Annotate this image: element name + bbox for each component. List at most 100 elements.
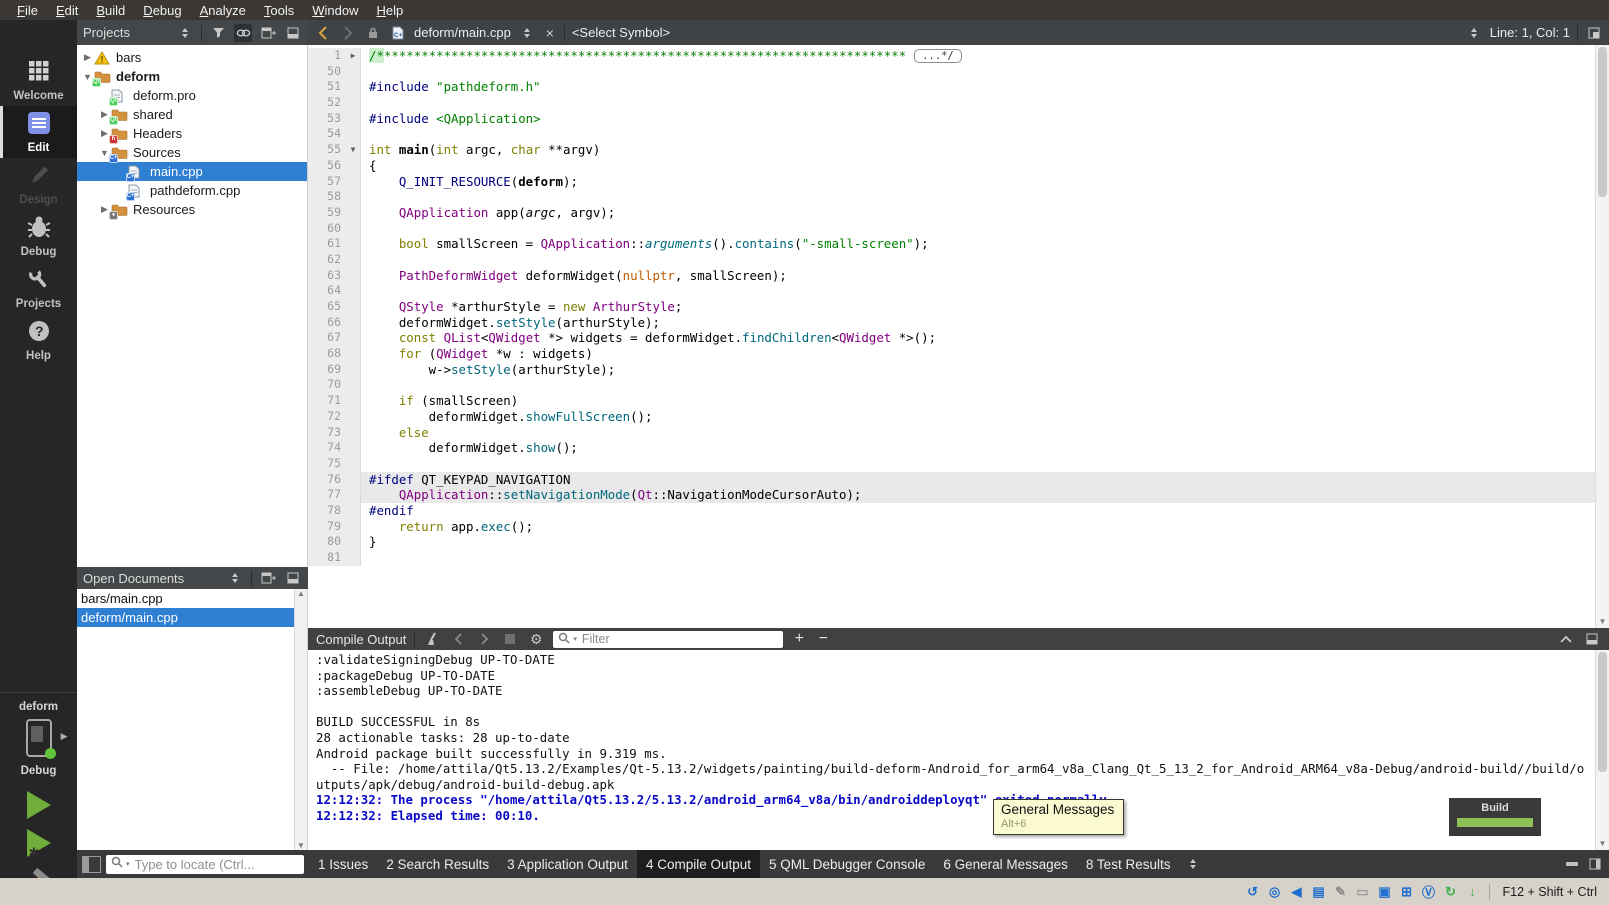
tree-item-deform-pro[interactable]: Qtdeform.pro	[77, 86, 307, 105]
tree-item-main-cpp[interactable]: C+main.cpp	[77, 162, 307, 181]
sync-with-editor-icon[interactable]	[234, 24, 252, 42]
editor-scrollbar[interactable]: ▼	[1595, 45, 1609, 628]
menu-item-file[interactable]: File	[8, 3, 47, 18]
maximize-output-pane-icon[interactable]	[1557, 630, 1575, 648]
run-button[interactable]	[27, 791, 51, 819]
file-dropdown-arrows-icon[interactable]	[518, 24, 536, 42]
output-pane-button-8-test-results[interactable]: 8 Test Results	[1077, 850, 1180, 878]
code-editor[interactable]: 1▶/*************************************…	[308, 45, 1595, 628]
zoom-in-icon[interactable]: +	[791, 630, 807, 648]
menu-item-window[interactable]: Window	[303, 3, 367, 18]
go-back-icon[interactable]	[314, 24, 332, 42]
scroll-down-arrow-icon[interactable]: ▼	[1599, 617, 1607, 626]
menu-item-tools[interactable]: Tools	[255, 3, 303, 18]
filter-options-caret-icon[interactable]: ▾	[573, 635, 577, 643]
scroll-down-arrow-icon[interactable]: ▼	[1599, 839, 1607, 848]
close-pane-icon[interactable]	[284, 569, 302, 587]
close-output-pane-icon[interactable]	[1583, 630, 1601, 648]
filter-tree-icon[interactable]	[209, 24, 227, 42]
usb-icon[interactable]: ✎	[1332, 883, 1350, 901]
projects-tree[interactable]: ▶!bars▼QtdeformQtdeform.pro▶Qtshared▶hHe…	[77, 45, 308, 567]
hard-disk-icon[interactable]: ↺	[1244, 883, 1262, 901]
mode-tab-debug[interactable]: Debug	[0, 210, 77, 262]
close-split-icon[interactable]	[1585, 24, 1603, 42]
code-line-text	[361, 189, 1595, 205]
open-file-dropdown[interactable]: deform/main.cpp	[414, 25, 511, 40]
virtualization-icon[interactable]: Ⓥ	[1420, 883, 1438, 901]
toggle-right-sidebar-icon[interactable]	[1586, 857, 1604, 871]
tree-item-deform[interactable]: ▼Qtdeform	[77, 67, 307, 86]
tree-item-sources[interactable]: ▼C+Sources	[77, 143, 307, 162]
locator-options-caret-icon[interactable]: ▾	[126, 860, 130, 868]
open-documents-list[interactable]: bars/main.cppdeform/main.cpp ▲▼	[77, 589, 308, 850]
output-pane-button-3-application-output[interactable]: 3 Application Output	[498, 850, 637, 878]
fold-placeholder[interactable]: ...*/	[914, 49, 962, 63]
prev-item-icon[interactable]	[449, 630, 467, 648]
locator-input[interactable]	[133, 856, 313, 873]
go-forward-icon[interactable]	[339, 24, 357, 42]
fold-marker-icon[interactable]: ▼	[346, 142, 361, 158]
tree-item-pathdeform-cpp[interactable]: C+pathdeform.cpp	[77, 181, 307, 200]
menu-item-analyze[interactable]: Analyze	[191, 3, 255, 18]
keyboard-capture-icon[interactable]: ↓	[1464, 883, 1482, 901]
symbol-dropdown[interactable]: <Select Symbol>	[572, 25, 670, 40]
output-scrollbar[interactable]: ▼	[1595, 650, 1609, 850]
output-pane-button-6-general-messages[interactable]: 6 General Messages	[934, 850, 1077, 878]
optical-drive-icon[interactable]: ◎	[1266, 883, 1284, 901]
close-pane-icon[interactable]	[284, 24, 302, 42]
mode-tab-design[interactable]: Design	[0, 158, 77, 210]
pane-selector-arrows-icon[interactable]	[226, 569, 244, 587]
menu-item-build[interactable]: Build	[87, 3, 134, 18]
mode-tab-projects[interactable]: Projects	[0, 262, 77, 314]
open-document-item[interactable]: bars/main.cpp	[77, 589, 307, 608]
next-item-icon[interactable]	[475, 630, 493, 648]
menu-item-debug[interactable]: Debug	[134, 3, 190, 18]
android-target-icon[interactable]: ▶	[26, 719, 52, 757]
stop-icon[interactable]	[501, 630, 519, 648]
file-type-badge: Qt	[109, 97, 118, 106]
open-document-item[interactable]: deform/main.cpp	[77, 608, 307, 627]
audio-icon[interactable]: ◀	[1288, 883, 1306, 901]
output-pane-button-1-issues[interactable]: 1 Issues	[309, 850, 377, 878]
output-filter-input[interactable]	[580, 631, 778, 647]
toggle-left-sidebar-icon[interactable]	[82, 856, 101, 873]
split-pane-icon[interactable]	[259, 569, 277, 587]
mouse-integration-icon[interactable]: ↻	[1442, 883, 1460, 901]
split-pane-icon[interactable]	[259, 24, 277, 42]
pane-selector-arrows-icon[interactable]	[176, 24, 194, 42]
bug-overlay-icon: ✱	[29, 845, 40, 861]
tree-item-headers[interactable]: ▶hHeaders	[77, 124, 307, 143]
tree-item-shared[interactable]: ▶Qtshared	[77, 105, 307, 124]
settings-gear-icon[interactable]: ⚙	[527, 630, 545, 648]
output-pane-button-5-qml-debugger-console[interactable]: 5 QML Debugger Console	[760, 850, 934, 878]
debug-run-button[interactable]: ✱	[27, 829, 51, 857]
output-filter-box[interactable]: ▾	[553, 631, 783, 648]
mode-tab-help[interactable]: ?Help	[0, 314, 77, 366]
menu-item-edit[interactable]: Edit	[47, 3, 87, 18]
tree-item-resources[interactable]: ▶●Resources	[77, 200, 307, 219]
close-document-icon[interactable]: ×	[543, 25, 557, 41]
kit-expand-arrow[interactable]: ▶	[61, 731, 68, 742]
recording-icon[interactable]: ⊞	[1398, 883, 1416, 901]
output-pane-button-4-compile-output[interactable]: 4 Compile Output	[637, 850, 760, 878]
fold-marker-icon	[346, 126, 361, 142]
tree-item-bars[interactable]: ▶!bars	[77, 48, 307, 67]
open-documents-scrollbar[interactable]: ▲▼	[294, 589, 307, 850]
cursor-position-arrows-icon[interactable]	[1465, 24, 1483, 42]
fold-marker-icon[interactable]: ▶	[346, 48, 361, 64]
mode-tab-welcome[interactable]: Welcome	[0, 54, 77, 106]
display-icon[interactable]: ▣	[1376, 883, 1394, 901]
output-panes-arrows-icon[interactable]	[1184, 855, 1202, 873]
progress-details-icon[interactable]	[1563, 857, 1581, 871]
zoom-out-icon[interactable]: −	[815, 630, 831, 648]
shared-folders-icon[interactable]: ▭	[1354, 883, 1372, 901]
tree-expander-icon[interactable]: ▶	[81, 52, 94, 63]
clear-output-icon[interactable]	[423, 630, 441, 648]
locator-box[interactable]: ▾	[106, 855, 304, 874]
menu-item-help[interactable]: Help	[367, 3, 412, 18]
mode-tab-edit[interactable]: Edit	[0, 106, 77, 158]
kit-selector[interactable]: deform ▶ Debug ✱	[0, 692, 77, 900]
output-pane-button-2-search-results[interactable]: 2 Search Results	[377, 850, 498, 878]
network-icon[interactable]: ▤	[1310, 883, 1328, 901]
compile-output-text[interactable]: :validateSigningDebug UP-TO-DATE:package…	[308, 650, 1595, 850]
